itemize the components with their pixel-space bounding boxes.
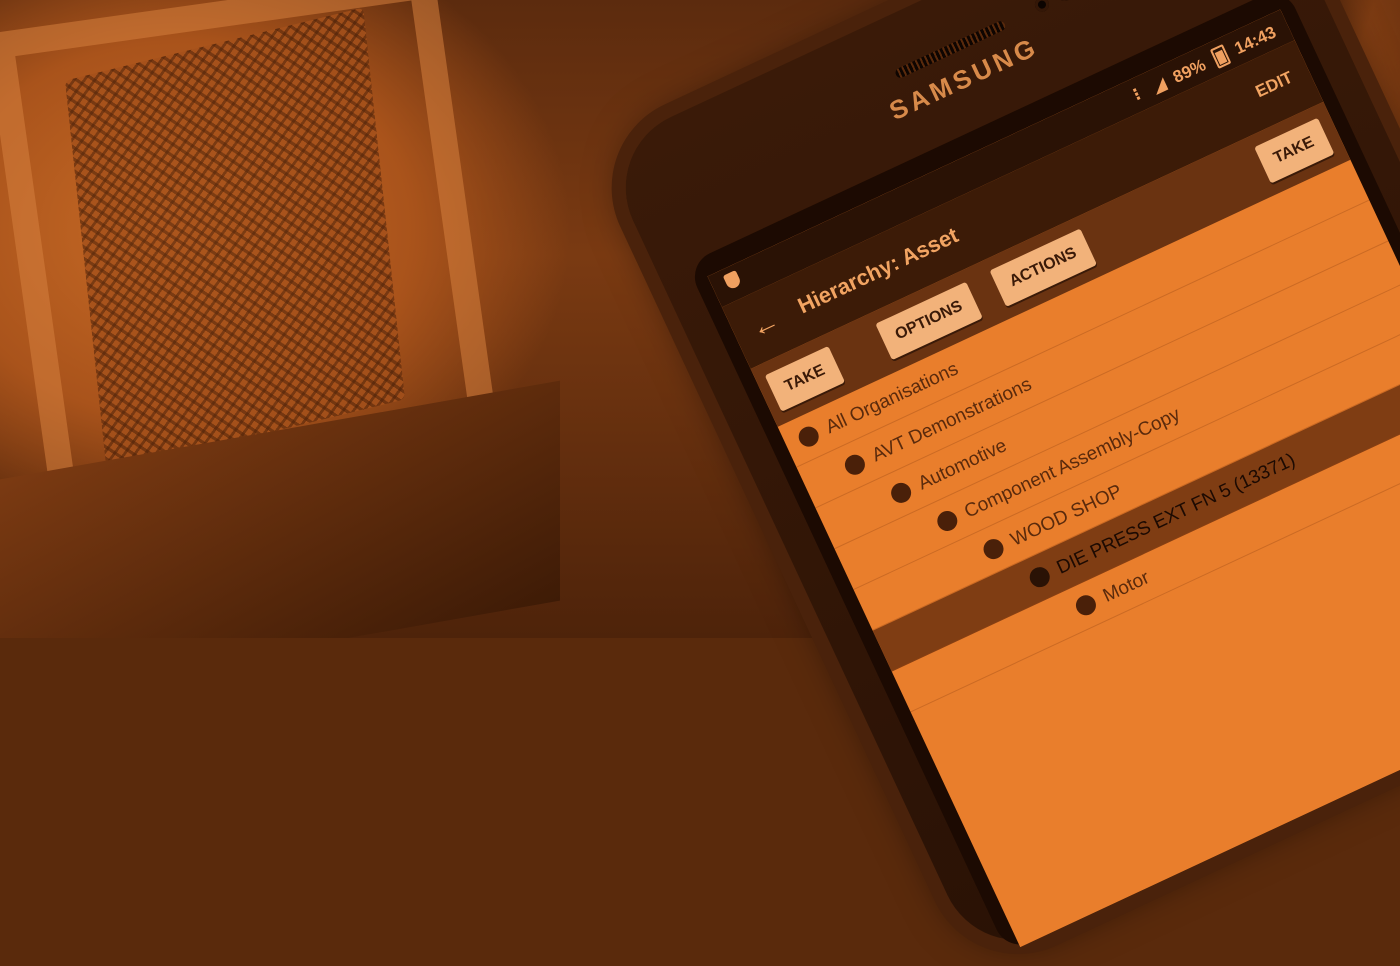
wifi-icon: ⠇ — [1130, 84, 1149, 105]
node-bullet-icon — [795, 423, 822, 450]
node-bullet-icon — [1026, 563, 1054, 591]
node-bullet-icon — [1072, 591, 1100, 619]
battery-icon — [1209, 44, 1231, 70]
machine-mesh-guard — [64, 7, 406, 473]
node-bullet-icon — [841, 451, 869, 479]
node-bullet-icon — [980, 535, 1007, 563]
node-bullet-icon — [934, 507, 961, 535]
edit-button[interactable]: EDIT — [1253, 68, 1297, 102]
tree-item-label: Motor — [1099, 567, 1153, 607]
signal-icon: ◢ — [1150, 75, 1169, 96]
shield-icon — [722, 270, 743, 291]
back-arrow-icon[interactable]: ← — [746, 304, 785, 345]
node-bullet-icon — [887, 479, 915, 507]
